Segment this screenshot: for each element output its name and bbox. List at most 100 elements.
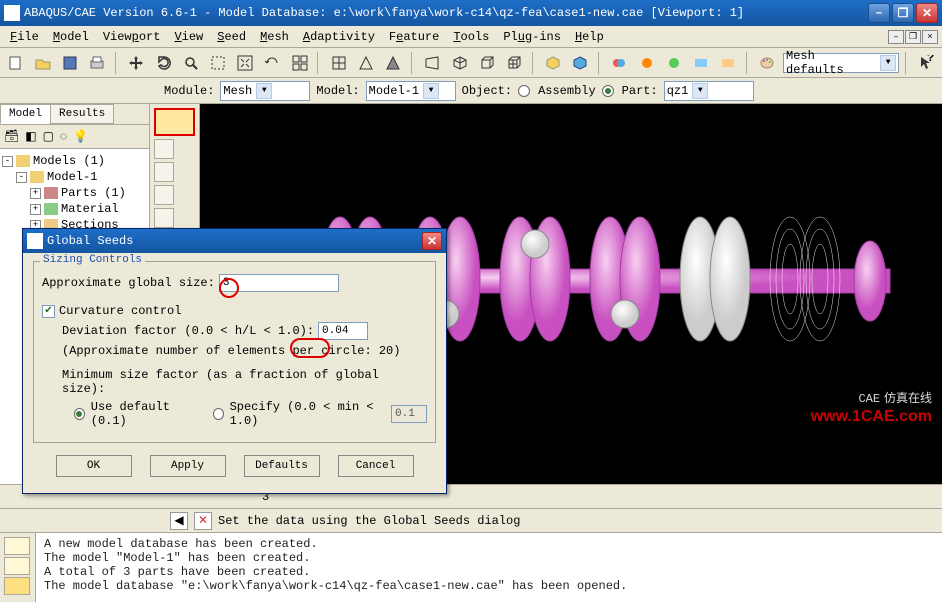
use-default-radio[interactable] xyxy=(74,408,85,420)
doc-minimize[interactable]: – xyxy=(888,30,904,44)
chevron-down-icon[interactable]: ▼ xyxy=(423,83,439,99)
chevron-down-icon[interactable]: ▼ xyxy=(256,83,272,99)
wireframe-icon[interactable] xyxy=(327,51,350,75)
tab-results[interactable]: Results xyxy=(50,104,114,124)
help-pointer-icon[interactable]: ? xyxy=(915,51,938,75)
save-icon[interactable] xyxy=(58,51,81,75)
dialog-close-button[interactable]: ✕ xyxy=(422,232,442,250)
approx-size-input[interactable] xyxy=(219,274,339,292)
status-text: Set the data using the Global Seeds dial… xyxy=(218,514,520,528)
assembly-label: Assembly xyxy=(538,84,596,98)
db-icon[interactable]: 🗃 xyxy=(4,129,19,144)
window-title: ABAQUS/CAE Version 6.6-1 - Model Databas… xyxy=(24,6,868,20)
sizing-legend: Sizing Controls xyxy=(40,254,145,266)
rotate-icon[interactable] xyxy=(152,51,175,75)
menu-help[interactable]: Help xyxy=(569,28,610,46)
menu-feature[interactable]: Feature xyxy=(383,28,445,46)
title-bar: ABAQUS/CAE Version 6.6-1 - Model Databas… xyxy=(0,0,942,26)
assembly-radio[interactable] xyxy=(518,85,530,97)
part-label: Part: xyxy=(622,84,658,98)
color4-icon[interactable] xyxy=(689,51,712,75)
menu-seed[interactable]: Seed xyxy=(211,28,252,46)
specify-radio[interactable] xyxy=(213,408,224,420)
dialog-title-bar[interactable]: Global Seeds ✕ xyxy=(23,229,446,253)
doc-close[interactable]: × xyxy=(922,30,938,44)
shaded-icon[interactable] xyxy=(382,51,405,75)
fit-icon[interactable] xyxy=(234,51,257,75)
context-bar: Module: Mesh▼ Model: Model-1▼ Object: As… xyxy=(0,78,942,104)
nav-icon[interactable]: ▢ xyxy=(43,129,54,144)
close-button[interactable]: ✕ xyxy=(916,3,938,23)
back-icon[interactable]: ◀ xyxy=(170,512,188,530)
iso-icon[interactable] xyxy=(448,51,471,75)
pan-icon[interactable] xyxy=(125,51,148,75)
curvature-checkbox[interactable]: ✔ xyxy=(42,305,55,318)
model-label: Model: xyxy=(316,84,359,98)
dialog-title: Global Seeds xyxy=(47,234,422,248)
doc-restore[interactable]: ❐ xyxy=(905,30,921,44)
menu-viewport[interactable]: Viewport xyxy=(97,28,167,46)
menu-bar: File Model Viewport View Seed Mesh Adapt… xyxy=(0,26,942,48)
approx-size-label: Approximate global size: xyxy=(42,276,215,290)
tab-model[interactable]: Model xyxy=(0,104,51,124)
maximize-button[interactable]: ❐ xyxy=(892,3,914,23)
color1-icon[interactable] xyxy=(608,51,631,75)
perspective-icon[interactable] xyxy=(421,51,444,75)
specify-input[interactable] xyxy=(391,405,427,423)
tool-3[interactable] xyxy=(154,185,174,205)
part-combo[interactable]: qz1▼ xyxy=(664,81,754,101)
menu-view[interactable]: View xyxy=(168,28,209,46)
deviation-input[interactable] xyxy=(318,322,368,340)
cycle-view-icon[interactable] xyxy=(261,51,284,75)
defaults-button[interactable]: Defaults xyxy=(244,455,320,477)
seed-part-button[interactable] xyxy=(154,108,195,136)
cancel-icon[interactable]: ✕ xyxy=(194,512,212,530)
print-icon[interactable] xyxy=(86,51,109,75)
render2-icon[interactable] xyxy=(569,51,592,75)
new-icon[interactable] xyxy=(4,51,27,75)
ok-button[interactable]: OK xyxy=(56,455,132,477)
menu-model[interactable]: Model xyxy=(47,28,95,46)
zoom-icon[interactable] xyxy=(179,51,202,75)
box-zoom-icon[interactable] xyxy=(206,51,229,75)
color3-icon[interactable] xyxy=(662,51,685,75)
module-combo[interactable]: Mesh▼ xyxy=(220,81,310,101)
palette-icon[interactable] xyxy=(756,51,779,75)
log-tab-2[interactable] xyxy=(4,557,30,575)
menu-tools[interactable]: Tools xyxy=(447,28,495,46)
filter-icon[interactable]: ◧ xyxy=(25,129,36,144)
menu-plugins[interactable]: Plug-ins xyxy=(497,28,567,46)
log-tab-3[interactable] xyxy=(4,577,30,595)
mesh-defaults-label: Mesh defaults xyxy=(786,49,876,77)
menu-mesh[interactable]: Mesh xyxy=(254,28,295,46)
log-tab-1[interactable] xyxy=(4,537,30,555)
part-radio[interactable] xyxy=(602,85,614,97)
apply-button[interactable]: Apply xyxy=(150,455,226,477)
mesh-defaults-combo[interactable]: Mesh defaults ▼ xyxy=(783,53,899,73)
hidden-icon[interactable] xyxy=(354,51,377,75)
chevron-down-icon[interactable]: ▼ xyxy=(880,55,896,71)
bulb-icon[interactable]: 💡 xyxy=(73,129,88,144)
cancel-button[interactable]: Cancel xyxy=(338,455,414,477)
min-size-label: Minimum size factor (as a fraction of gl… xyxy=(62,368,427,396)
opt-icon[interactable]: ◌ xyxy=(60,130,67,144)
tool-1[interactable] xyxy=(154,139,174,159)
open-icon[interactable] xyxy=(31,51,54,75)
tool-4[interactable] xyxy=(154,208,174,228)
model-combo[interactable]: Model-1▼ xyxy=(366,81,456,101)
watermark-url: www.1CAE.com xyxy=(811,408,932,426)
box-icon[interactable] xyxy=(475,51,498,75)
menu-adaptivity[interactable]: Adaptivity xyxy=(297,28,381,46)
minimize-button[interactable]: – xyxy=(868,3,890,23)
grid-box-icon[interactable] xyxy=(502,51,525,75)
chevron-down-icon[interactable]: ▼ xyxy=(692,83,708,99)
log-text[interactable]: A new model database has been created. T… xyxy=(36,533,942,602)
render1-icon[interactable] xyxy=(542,51,565,75)
global-seeds-dialog: Global Seeds ✕ Sizing Controls Approxima… xyxy=(22,228,447,494)
menu-file[interactable]: File xyxy=(4,28,45,46)
message-log: A new model database has been created. T… xyxy=(0,532,942,602)
views-icon[interactable] xyxy=(288,51,311,75)
color2-icon[interactable] xyxy=(635,51,658,75)
tool-2[interactable] xyxy=(154,162,174,182)
color5-icon[interactable] xyxy=(717,51,740,75)
